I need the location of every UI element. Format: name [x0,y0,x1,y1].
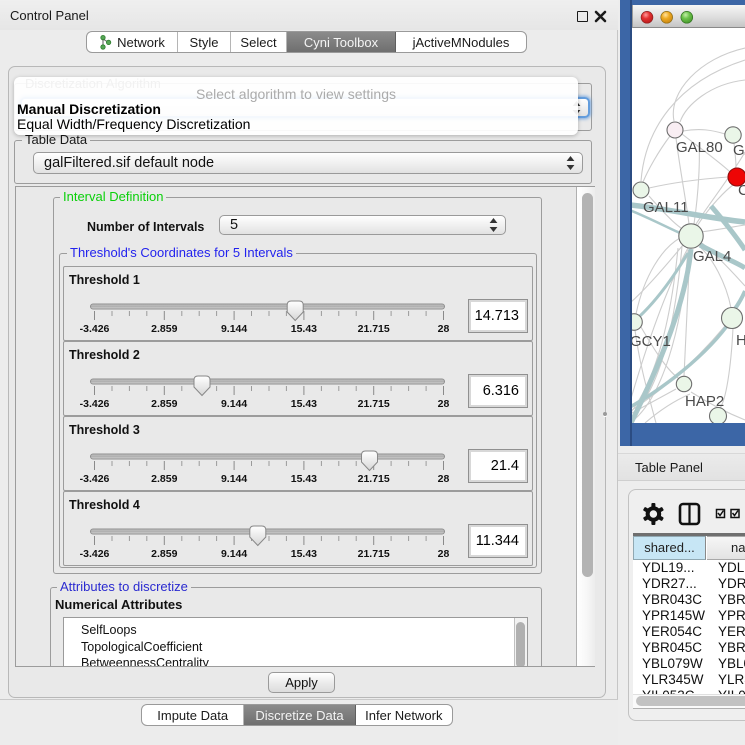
svg-text:-3.426: -3.426 [80,398,110,410]
svg-text:GA: GA [733,142,745,159]
svg-text:2.859: 2.859 [151,548,177,560]
svg-text:HAP2: HAP2 [685,393,724,410]
svg-text:28: 28 [438,398,450,410]
svg-text:2.859: 2.859 [151,398,177,410]
svg-text:GAL11: GAL11 [643,199,689,216]
svg-text:9.144: 9.144 [221,323,247,335]
svg-text:15.43: 15.43 [291,398,317,410]
svg-text:21.715: 21.715 [358,323,390,335]
svg-text:21.715: 21.715 [358,548,390,560]
svg-text:15.43: 15.43 [291,473,317,485]
svg-text:15.43: 15.43 [291,323,317,335]
svg-text:28: 28 [438,473,450,485]
svg-text:21.715: 21.715 [358,398,390,410]
svg-text:2.859: 2.859 [151,323,177,335]
svg-text:C: C [738,182,745,199]
svg-text:2.859: 2.859 [151,473,177,485]
svg-text:9.144: 9.144 [221,548,247,560]
svg-text:GAL80: GAL80 [676,139,723,156]
svg-text:GAL4: GAL4 [693,248,731,265]
svg-text:9.144: 9.144 [221,398,247,410]
svg-text:9.144: 9.144 [221,473,247,485]
svg-text:21.715: 21.715 [358,473,390,485]
svg-text:15.43: 15.43 [291,548,317,560]
svg-text:28: 28 [438,323,450,335]
svg-text:GCY1: GCY1 [632,333,671,350]
svg-text:H: H [736,332,745,349]
svg-text:-3.426: -3.426 [80,473,110,485]
svg-text:-3.426: -3.426 [80,323,110,335]
svg-text:-3.426: -3.426 [80,548,110,560]
svg-text:28: 28 [438,548,450,560]
